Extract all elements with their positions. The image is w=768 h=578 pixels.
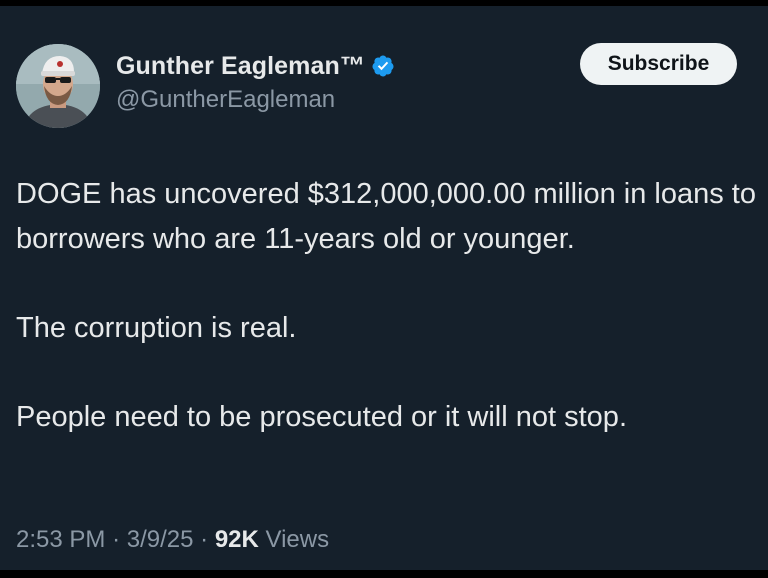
post-card: Gunther Eagleman™ @GuntherEagleman Subsc… <box>0 6 768 570</box>
name-row: Gunther Eagleman™ <box>116 50 395 82</box>
display-name[interactable]: Gunther Eagleman™ <box>116 52 365 81</box>
post-time[interactable]: 2:53 PM <box>16 526 105 553</box>
author-handle[interactable]: @GuntherEagleman <box>116 86 335 114</box>
avatar[interactable] <box>16 44 100 128</box>
avatar-image <box>16 44 100 128</box>
post-paragraph: DOGE has uncovered $312,000,000.00 milli… <box>16 178 756 255</box>
subscribe-button[interactable]: Subscribe <box>580 43 737 85</box>
verified-badge-icon <box>372 55 394 77</box>
post-paragraph: The corruption is real. <box>16 312 297 344</box>
views-label: Views <box>265 526 330 553</box>
meta-separator: · <box>112 526 121 553</box>
post-meta: 2:53 PM · 3/9/25 · 92K Views <box>16 526 329 554</box>
post-text: DOGE has uncovered $312,000,000.00 milli… <box>16 172 756 440</box>
views-count: 92K <box>214 526 259 553</box>
post-paragraph: People need to be prosecuted or it will … <box>16 401 627 433</box>
meta-separator: · <box>200 526 209 553</box>
post-date[interactable]: 3/9/25 <box>127 526 194 553</box>
